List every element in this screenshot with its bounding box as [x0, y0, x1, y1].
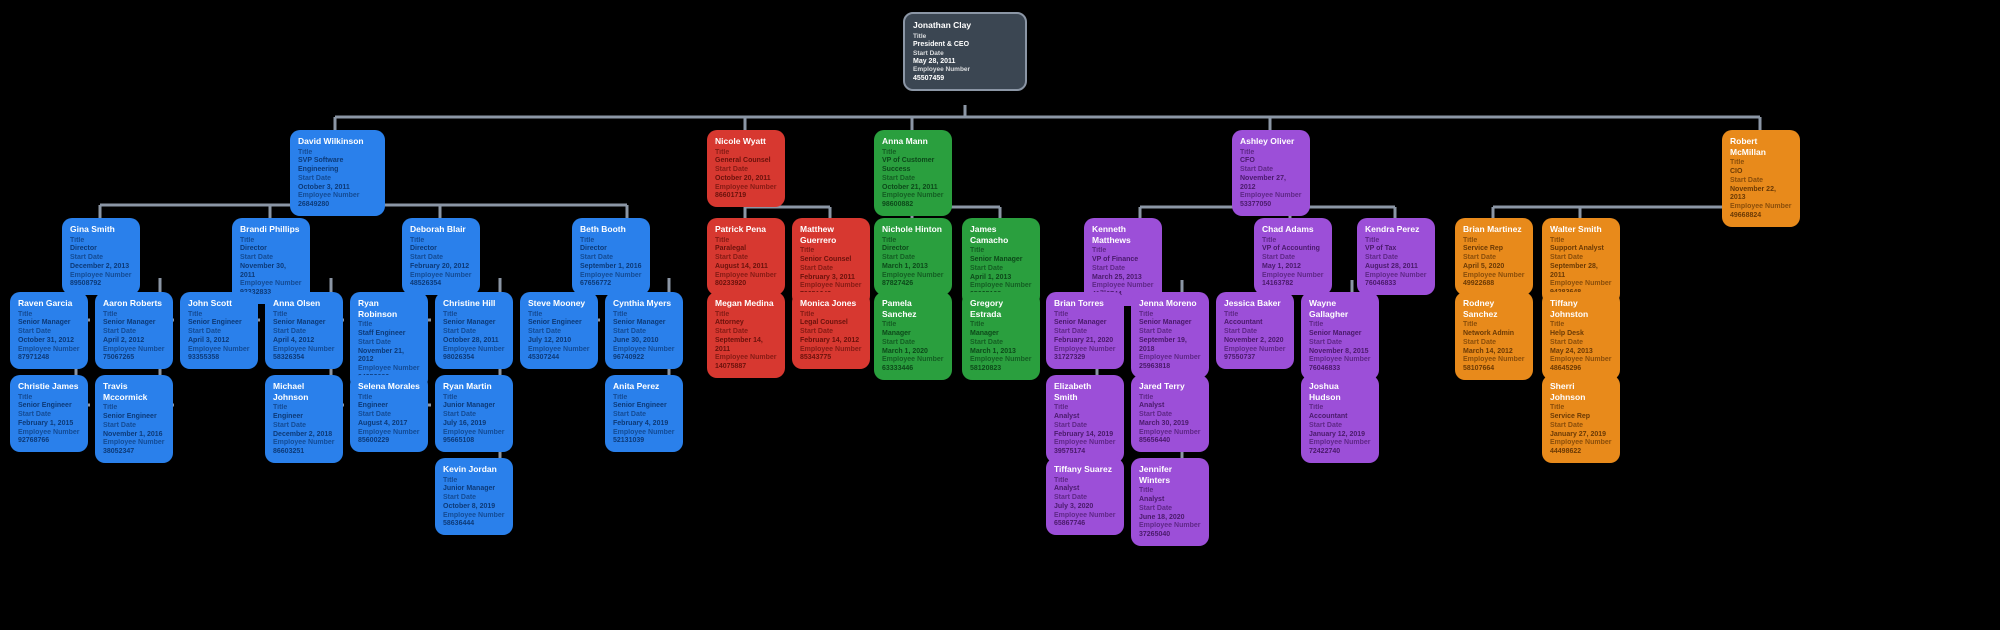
employee-name: Jonathan Clay [913, 20, 1017, 31]
node-employee[interactable]: Ryan MartinTitleJunior ManagerStart Date… [435, 375, 513, 452]
node-employee[interactable]: Christie JamesTitleSenior EngineerStart … [10, 375, 88, 452]
node-employee[interactable]: Joshua HudsonTitleAccountantStart DateJa… [1301, 375, 1379, 463]
node-employee[interactable]: Jessica BakerTitleAccountantStart DateNo… [1216, 292, 1294, 369]
node-cio[interactable]: Robert McMillanTitleCIOStart DateNovembe… [1722, 130, 1800, 227]
org-chart: Jonathan Clay TitlePresident & CEO Start… [10, 10, 1990, 620]
node-employee[interactable]: Raven GarciaTitleSenior ManagerStart Dat… [10, 292, 88, 369]
node-director[interactable]: Brandi PhillipsTitleDirectorStart DateNo… [232, 218, 310, 304]
node-employee[interactable]: Rodney SanchezTitleNetwork AdminStart Da… [1455, 292, 1533, 380]
node-employee[interactable]: Sherri JohnsonTitleService RepStart Date… [1542, 375, 1620, 463]
node-employee[interactable]: Jared TerryTitleAnalystStart DateMarch 3… [1131, 375, 1209, 452]
node-vp-customer[interactable]: Anna MannTitleVP of Customer SuccessStar… [874, 130, 952, 216]
node-employee[interactable]: Aaron RobertsTitleSenior ManagerStart Da… [95, 292, 173, 369]
node-employee[interactable]: Pamela SanchezTitleManagerStart DateMarc… [874, 292, 952, 380]
node-employee[interactable]: John ScottTitleSenior EngineerStart Date… [180, 292, 258, 369]
node-employee[interactable]: Megan MedinaTitleAttorneyStart DateSepte… [707, 292, 785, 378]
node-director[interactable]: Deborah BlairTitleDirectorStart DateFebr… [402, 218, 480, 295]
node-cfo[interactable]: Ashley OliverTitleCFOStart DateNovember … [1232, 130, 1310, 216]
node-employee[interactable]: Cynthia MyersTitleSenior ManagerStart Da… [605, 292, 683, 369]
node-employee[interactable]: Jennifer WintersTitleAnalystStart DateJu… [1131, 458, 1209, 546]
node-vp-tax[interactable]: Kendra PerezTitleVP of TaxStart DateAugu… [1357, 218, 1435, 295]
node-employee[interactable]: Brian TorresTitleSenior ManagerStart Dat… [1046, 292, 1124, 369]
node-employee[interactable]: Wayne GallagherTitleSenior ManagerStart … [1301, 292, 1379, 380]
node-director[interactable]: Beth BoothTitleDirectorStart DateSeptemb… [572, 218, 650, 295]
node-svp-eng[interactable]: David WilkinsonTitleSVP Software Enginee… [290, 130, 385, 216]
node-employee[interactable]: Kevin JordanTitleJunior ManagerStart Dat… [435, 458, 513, 535]
node-employee[interactable]: Selena MoralesTitleEngineerStart DateAug… [350, 375, 428, 452]
node-director[interactable]: Nichole HintonTitleDirectorStart DateMar… [874, 218, 952, 295]
node-employee[interactable]: Michael JohnsonTitleEngineerStart DateDe… [265, 375, 343, 463]
node-employee[interactable]: Anna OlsenTitleSenior ManagerStart DateA… [265, 292, 343, 369]
node-employee[interactable]: Travis MccormickTitleSenior EngineerStar… [95, 375, 173, 463]
node-ceo[interactable]: Jonathan Clay TitlePresident & CEO Start… [903, 12, 1027, 91]
node-paralegal[interactable]: Patrick PenaTitleParalegalStart DateAugu… [707, 218, 785, 295]
node-employee[interactable]: Monica JonesTitleLegal CounselStart Date… [792, 292, 870, 369]
node-employee[interactable]: Jenna MorenoTitleSenior ManagerStart Dat… [1131, 292, 1209, 378]
node-employee[interactable]: Gregory EstradaTitleManagerStart DateMar… [962, 292, 1040, 380]
node-service-rep[interactable]: Brian MartinezTitleService RepStart Date… [1455, 218, 1533, 295]
node-employee[interactable]: Elizabeth SmithTitleAnalystStart DateFeb… [1046, 375, 1124, 463]
node-support-analyst[interactable]: Walter SmithTitleSupport AnalystStart Da… [1542, 218, 1620, 304]
node-employee[interactable]: Christine HillTitleSenior ManagerStart D… [435, 292, 513, 369]
node-vp-accounting[interactable]: Chad AdamsTitleVP of AccountingStart Dat… [1254, 218, 1332, 295]
node-director[interactable]: Gina SmithTitleDirectorStart DateDecembe… [62, 218, 140, 295]
node-employee[interactable]: Tiffany SuarezTitleAnalystStart DateJuly… [1046, 458, 1124, 535]
node-employee[interactable]: Tiffany JohnstonTitleHelp DeskStart Date… [1542, 292, 1620, 380]
node-employee[interactable]: Steve MooneyTitleSenior EngineerStart Da… [520, 292, 598, 369]
node-employee[interactable]: Anita PerezTitleSenior EngineerStart Dat… [605, 375, 683, 452]
node-general-counsel[interactable]: Nicole WyattTitleGeneral CounselStart Da… [707, 130, 785, 207]
